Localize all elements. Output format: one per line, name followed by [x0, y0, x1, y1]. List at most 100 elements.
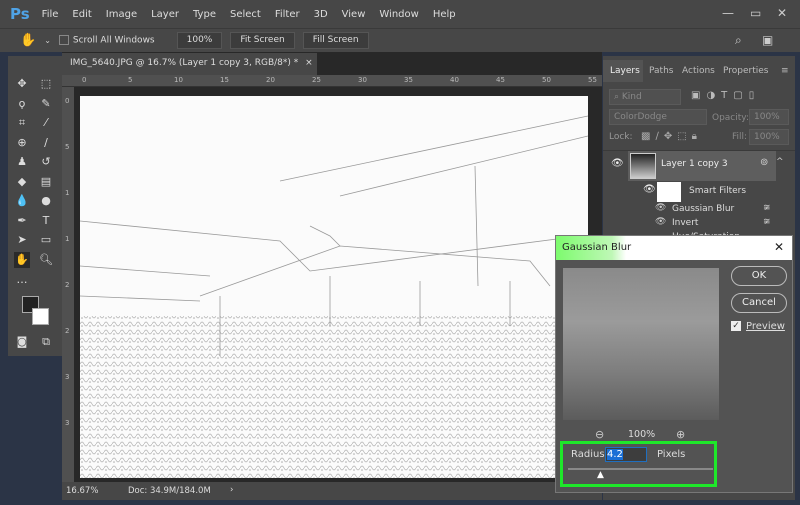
panel-menu-icon[interactable]: ≡	[781, 66, 789, 76]
minimize-button[interactable]: —	[722, 6, 734, 20]
filter-mask-thumbnail	[657, 182, 681, 202]
menu-type[interactable]: Type	[193, 9, 216, 20]
healing-brush-icon[interactable]: ⊕	[14, 135, 30, 151]
shape-tool-icon[interactable]: ▭	[38, 232, 54, 248]
eyedropper-icon[interactable]: ⁄	[38, 115, 54, 131]
zoom-out-icon[interactable]: ⊖	[595, 428, 604, 441]
maximize-button[interactable]: ▭	[750, 6, 761, 20]
radius-highlight-box: Radius: 4.2 Pixels ▲	[560, 441, 717, 487]
quick-select-icon[interactable]: ✎	[38, 96, 54, 112]
move-tool-icon[interactable]: ✥	[14, 76, 30, 92]
menu-select[interactable]: Select	[230, 9, 261, 20]
tab-paths[interactable]: Paths	[649, 66, 673, 76]
visibility-eye-icon[interactable]: 👁︎	[655, 217, 666, 227]
visibility-eye-icon[interactable]: 👁︎	[643, 184, 656, 195]
filter-options-icon[interactable]: ≆	[763, 203, 771, 213]
lasso-tool-icon[interactable]: ϙ	[14, 96, 30, 112]
radius-slider-track[interactable]	[568, 468, 713, 470]
gaussian-blur-dialog: Gaussian Blur ✕ OK Cancel ✓ Preview ⊖ 100…	[555, 235, 793, 493]
filter-invert[interactable]: Invert	[672, 218, 698, 228]
brush-tool-icon[interactable]: ∕	[38, 135, 54, 151]
ruler-tick-label: 1	[65, 189, 70, 197]
path-select-icon[interactable]: ➤	[14, 232, 30, 248]
canvas-image[interactable]	[80, 96, 588, 478]
filter-options-icon[interactable]: ≆	[763, 217, 771, 227]
photoshop-logo: Ps	[10, 5, 30, 23]
preview-label: Preview	[746, 321, 785, 332]
menu-3d[interactable]: 3D	[314, 9, 328, 20]
radius-input[interactable]: 4.2	[605, 447, 647, 462]
ruler-tick-label: 15	[220, 76, 229, 84]
menu-window[interactable]: Window	[379, 9, 418, 20]
ruler-tick-label: 30	[358, 76, 367, 84]
more-tools-icon[interactable]: …	[14, 272, 30, 288]
scroll-all-windows-checkbox[interactable]: Scroll All Windows	[58, 35, 155, 46]
ruler-tick-label: 10	[174, 76, 183, 84]
pen-tool-icon[interactable]: ✒	[14, 213, 30, 229]
cancel-button[interactable]: Cancel	[731, 293, 787, 313]
chevron-down-icon[interactable]: ⌄	[44, 36, 51, 45]
hand-tool-icon[interactable]: ✋	[14, 252, 30, 268]
search-icon[interactable]: ⌕	[735, 33, 742, 48]
lock-icons[interactable]: ▩∕✥⬚🔒︎	[641, 131, 702, 142]
visibility-eye-icon[interactable]: 👁︎	[655, 203, 666, 213]
filter-gaussian-blur[interactable]: Gaussian Blur	[672, 204, 734, 214]
ruler-tick-label: 3	[65, 419, 70, 427]
collapse-icon[interactable]: ^	[776, 157, 784, 167]
tab-actions[interactable]: Actions	[682, 66, 715, 76]
zoom-level[interactable]: 16.67%	[66, 486, 98, 496]
fill-screen-button[interactable]: Fill Screen	[302, 32, 369, 49]
dialog-close-icon[interactable]: ✕	[774, 240, 784, 254]
kind-filter-select[interactable]: ⌕ Kind	[609, 89, 681, 105]
hand-tool-icon[interactable]: ✋	[20, 33, 36, 48]
ruler-tick-label: 0	[65, 97, 70, 105]
smart-filters-label: Smart Filters	[689, 186, 747, 196]
zoom-in-icon[interactable]: ⊕	[676, 428, 685, 441]
workspace-icon[interactable]: ▣	[762, 33, 773, 47]
opacity-input[interactable]: 100%	[749, 109, 789, 125]
blur-tool-icon[interactable]: 💧	[14, 193, 30, 209]
close-window-button[interactable]: ✕	[777, 6, 787, 20]
menu-help[interactable]: Help	[433, 9, 456, 20]
status-menu-arrow-icon[interactable]: ›	[230, 485, 233, 495]
marquee-tool-icon[interactable]: ⬚	[38, 76, 54, 92]
document-tab[interactable]: IMG_5640.JPG @ 16.7% (Layer 1 copy 3, RG…	[62, 53, 317, 75]
background-color-swatch[interactable]	[32, 308, 49, 325]
layer-thumbnail	[630, 153, 656, 179]
gradient-icon[interactable]: ▤	[38, 174, 54, 190]
type-tool-icon[interactable]: T	[38, 213, 54, 229]
layer-name[interactable]: Layer 1 copy 3	[661, 159, 728, 169]
crop-tool-icon[interactable]: ⌗	[14, 115, 30, 131]
stamp-tool-icon[interactable]: ♟	[14, 154, 30, 170]
menu-file[interactable]: File	[42, 9, 59, 20]
tab-layers[interactable]: Layers	[603, 60, 643, 82]
radius-label: Radius:	[571, 449, 608, 460]
history-brush-icon[interactable]: ↺	[38, 154, 54, 170]
zoom-tool-icon[interactable]: 🔍︎	[38, 252, 54, 268]
ruler-tick-label: 3	[65, 373, 70, 381]
dodge-tool-icon[interactable]: ●	[38, 193, 54, 209]
close-tab-icon[interactable]: ×	[305, 58, 313, 68]
menu-layer[interactable]: Layer	[151, 9, 179, 20]
menu-filter[interactable]: Filter	[275, 9, 300, 20]
filter-icons[interactable]: ▣◑T▢▯	[691, 90, 760, 101]
ok-button[interactable]: OK	[731, 266, 787, 286]
dialog-titlebar[interactable]: Gaussian Blur ✕	[556, 236, 792, 260]
menu-edit[interactable]: Edit	[72, 9, 91, 20]
vertical-ruler: 0 5 1 1 2 2 3 3	[62, 87, 74, 482]
menu-view[interactable]: View	[342, 9, 366, 20]
zoom-100-button[interactable]: 100%	[176, 32, 223, 49]
screen-mode-icon[interactable]: ⧉	[38, 334, 54, 350]
quick-mask-icon[interactable]: ◙	[14, 334, 30, 350]
visibility-eye-icon[interactable]: 👁︎	[611, 158, 624, 169]
blend-mode-select[interactable]: ColorDodge	[609, 109, 707, 125]
blur-preview[interactable]	[563, 268, 719, 420]
radius-slider-thumb[interactable]: ▲	[597, 470, 604, 480]
eraser-icon[interactable]: ◆	[14, 174, 30, 190]
fit-screen-button[interactable]: Fit Screen	[230, 32, 295, 49]
tab-properties[interactable]: Properties	[723, 66, 768, 76]
opacity-label: Opacity:	[712, 113, 749, 123]
fill-input[interactable]: 100%	[749, 129, 789, 145]
preview-checkbox[interactable]: ✓	[731, 321, 741, 331]
menu-image[interactable]: Image	[106, 9, 137, 20]
